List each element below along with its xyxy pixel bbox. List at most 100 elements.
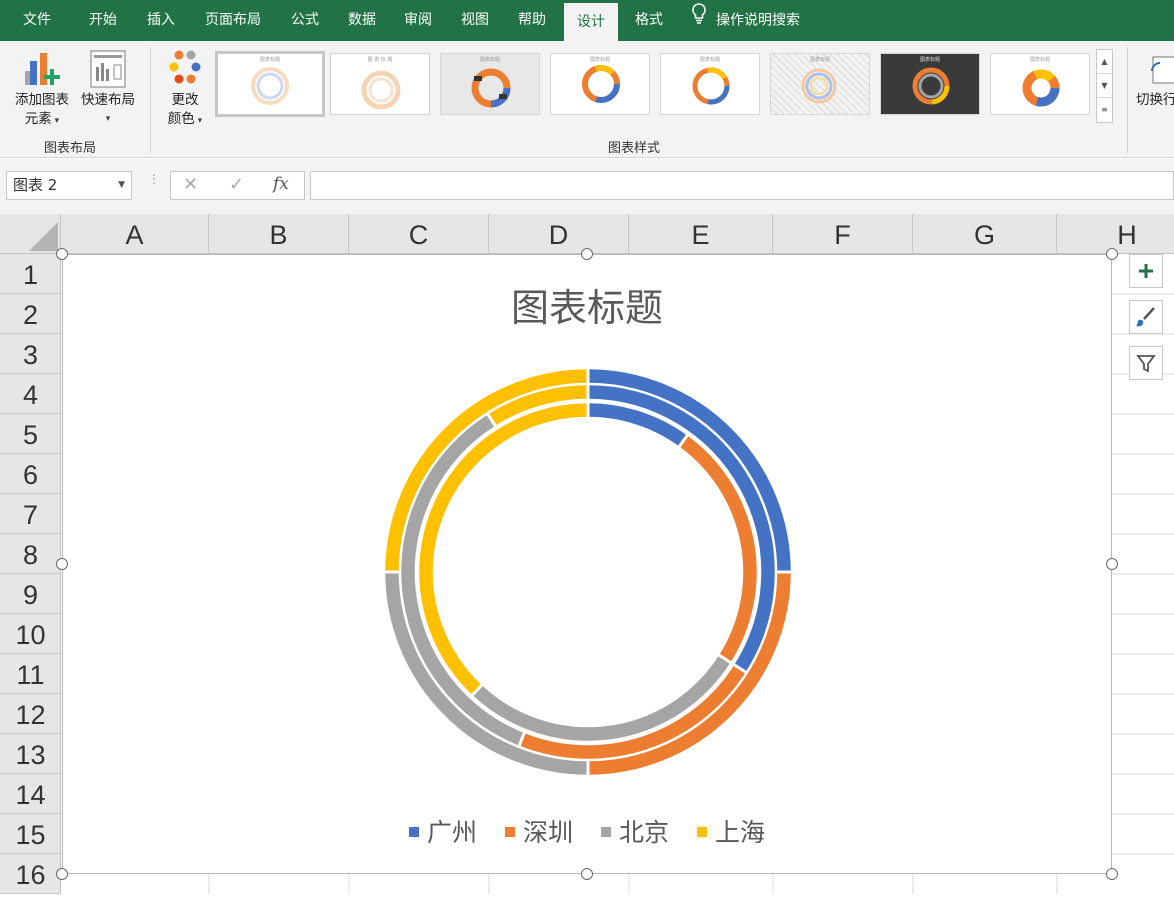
- chart-style-5[interactable]: 图表标题: [660, 53, 760, 115]
- chart-style-2[interactable]: 图 表 标 题: [330, 53, 430, 115]
- row-header-14[interactable]: 14: [0, 774, 61, 814]
- chart-style-6[interactable]: 图表标题: [770, 53, 870, 115]
- doughnut-segment-1-1[interactable]: [587, 369, 791, 573]
- thumb-title: 图表标题: [919, 57, 940, 63]
- chart-style-3[interactable]: 图表标题: [440, 53, 540, 115]
- drag-handle-icon[interactable]: ⋮: [148, 173, 160, 185]
- gallery-up-icon[interactable]: ▲: [1097, 50, 1112, 74]
- row-header-2[interactable]: 2: [0, 294, 61, 334]
- name-box[interactable]: 图表 2 ▼: [6, 171, 132, 200]
- palette-icon: [160, 49, 210, 91]
- legend-label: 北京: [618, 818, 669, 847]
- legend-item-shanghai[interactable]: 上海: [696, 813, 765, 849]
- doughnut-plot[interactable]: [63, 255, 1113, 875]
- resize-handle[interactable]: [56, 868, 68, 880]
- column-header-g[interactable]: G: [913, 214, 1057, 254]
- chart-legend[interactable]: 广州 深圳 北京 上海: [63, 813, 1111, 849]
- legend-label: 深圳: [523, 818, 574, 847]
- column-header-c[interactable]: C: [349, 214, 489, 254]
- tell-me-search[interactable]: 操作说明搜索: [690, 0, 800, 41]
- column-header-e[interactable]: E: [629, 214, 773, 254]
- quick-layout-label: 快速布局: [81, 92, 135, 108]
- column-header-a[interactable]: A: [61, 214, 209, 254]
- change-colors-label-2: 颜色: [167, 111, 195, 127]
- tab-formulas[interactable]: 公式: [276, 0, 334, 41]
- tab-page-layout[interactable]: 页面布局: [192, 0, 274, 41]
- chart-style-1[interactable]: 图表标题: [215, 51, 325, 117]
- row-header-5[interactable]: 5: [0, 414, 61, 454]
- legend-label: 上海: [714, 818, 765, 847]
- tab-format[interactable]: 格式: [620, 0, 678, 41]
- separator: [1127, 47, 1128, 153]
- tab-home[interactable]: 开始: [74, 0, 132, 41]
- chart-elements-button[interactable]: [1129, 254, 1163, 288]
- enter-icon[interactable]: ✓: [229, 174, 244, 195]
- row-header-11[interactable]: 11: [0, 654, 61, 694]
- thumb-title: 图表标题: [259, 57, 280, 63]
- add-chart-element-label-2: 元素: [24, 111, 52, 127]
- chevron-down-icon[interactable]: ▼: [118, 172, 125, 199]
- doughnut-segment-1-4[interactable]: [385, 369, 589, 573]
- resize-handle[interactable]: [581, 868, 593, 880]
- tab-view[interactable]: 视图: [446, 0, 504, 41]
- chart-style-7[interactable]: 图表标题: [880, 53, 980, 115]
- group-label-chart-layouts: 图表布局: [44, 141, 97, 156]
- row-header-16[interactable]: 16: [0, 854, 61, 894]
- resize-handle[interactable]: [56, 248, 68, 260]
- change-colors-button[interactable]: 更改 颜色 ▾: [160, 49, 210, 131]
- row-headers: 1 2 3 4 5 6 7 8 9 10 11 12 13 14 15 16: [0, 254, 61, 894]
- thumb-title: 图表标题: [589, 57, 610, 63]
- quick-layout-button[interactable]: 快速布局 ▾: [76, 49, 140, 129]
- row-header-8[interactable]: 8: [0, 534, 61, 574]
- tab-file[interactable]: 文件: [8, 0, 66, 41]
- column-header-d[interactable]: D: [489, 214, 629, 254]
- formula-buttons: ✕ ✓ fx: [170, 171, 305, 200]
- resize-handle[interactable]: [1106, 558, 1118, 570]
- select-all-button[interactable]: [0, 214, 61, 254]
- add-chart-element-label-1: 添加图表: [15, 92, 69, 108]
- doughnut-segment-1-3[interactable]: [385, 571, 589, 775]
- gallery-more-icon[interactable]: ≡: [1097, 98, 1112, 122]
- column-header-h[interactable]: H: [1057, 214, 1174, 254]
- insert-function-icon[interactable]: fx: [273, 174, 289, 194]
- tab-insert[interactable]: 插入: [132, 0, 190, 41]
- legend-item-shenzhen[interactable]: 深圳: [505, 813, 573, 849]
- tab-review[interactable]: 审阅: [389, 0, 447, 41]
- row-header-9[interactable]: 9: [0, 574, 61, 614]
- chart-styles-button[interactable]: [1129, 300, 1163, 334]
- row-header-1[interactable]: 1: [0, 254, 61, 294]
- row-header-15[interactable]: 15: [0, 814, 61, 854]
- cancel-icon[interactable]: ✕: [183, 174, 198, 195]
- switch-row-column-button[interactable]: 切换行: [1136, 49, 1174, 110]
- formula-input[interactable]: [310, 171, 1174, 200]
- paintbrush-icon: [1136, 307, 1155, 327]
- gallery-scroll[interactable]: ▲ ▼ ≡: [1096, 49, 1113, 123]
- legend-item-guangzhou[interactable]: 广州: [409, 813, 477, 849]
- chart-style-4[interactable]: 图表标题: [550, 53, 650, 115]
- chart-style-8[interactable]: 图表标题: [990, 53, 1090, 115]
- row-header-4[interactable]: 4: [0, 374, 61, 414]
- row-header-10[interactable]: 10: [0, 614, 61, 654]
- row-header-7[interactable]: 7: [0, 494, 61, 534]
- resize-handle[interactable]: [1106, 868, 1118, 880]
- chart-filters-button[interactable]: [1129, 346, 1163, 380]
- chart-area[interactable]: 图表标题 广州 深圳 北京 上海: [62, 254, 1112, 874]
- row-header-12[interactable]: 12: [0, 694, 61, 734]
- row-header-6[interactable]: 6: [0, 454, 61, 494]
- resize-handle[interactable]: [1106, 248, 1118, 260]
- legend-item-beijing[interactable]: 北京: [600, 813, 669, 849]
- column-header-b[interactable]: B: [209, 214, 349, 254]
- tab-help[interactable]: 帮助: [503, 0, 561, 41]
- formula-bar: 图表 2 ▼ ⋮ ✕ ✓ fx: [0, 159, 1174, 214]
- row-header-13[interactable]: 13: [0, 734, 61, 774]
- row-header-3[interactable]: 3: [0, 334, 61, 374]
- column-header-f[interactable]: F: [773, 214, 913, 254]
- tab-data[interactable]: 数据: [333, 0, 391, 41]
- filter-icon: [1136, 355, 1156, 373]
- resize-handle[interactable]: [581, 248, 593, 260]
- add-chart-element-button[interactable]: 添加图表 元素 ▾: [8, 49, 76, 131]
- doughnut-segment-1-2[interactable]: [587, 571, 791, 775]
- resize-handle[interactable]: [56, 558, 68, 570]
- gallery-down-icon[interactable]: ▼: [1097, 74, 1112, 98]
- tab-design[interactable]: 设计: [564, 3, 618, 41]
